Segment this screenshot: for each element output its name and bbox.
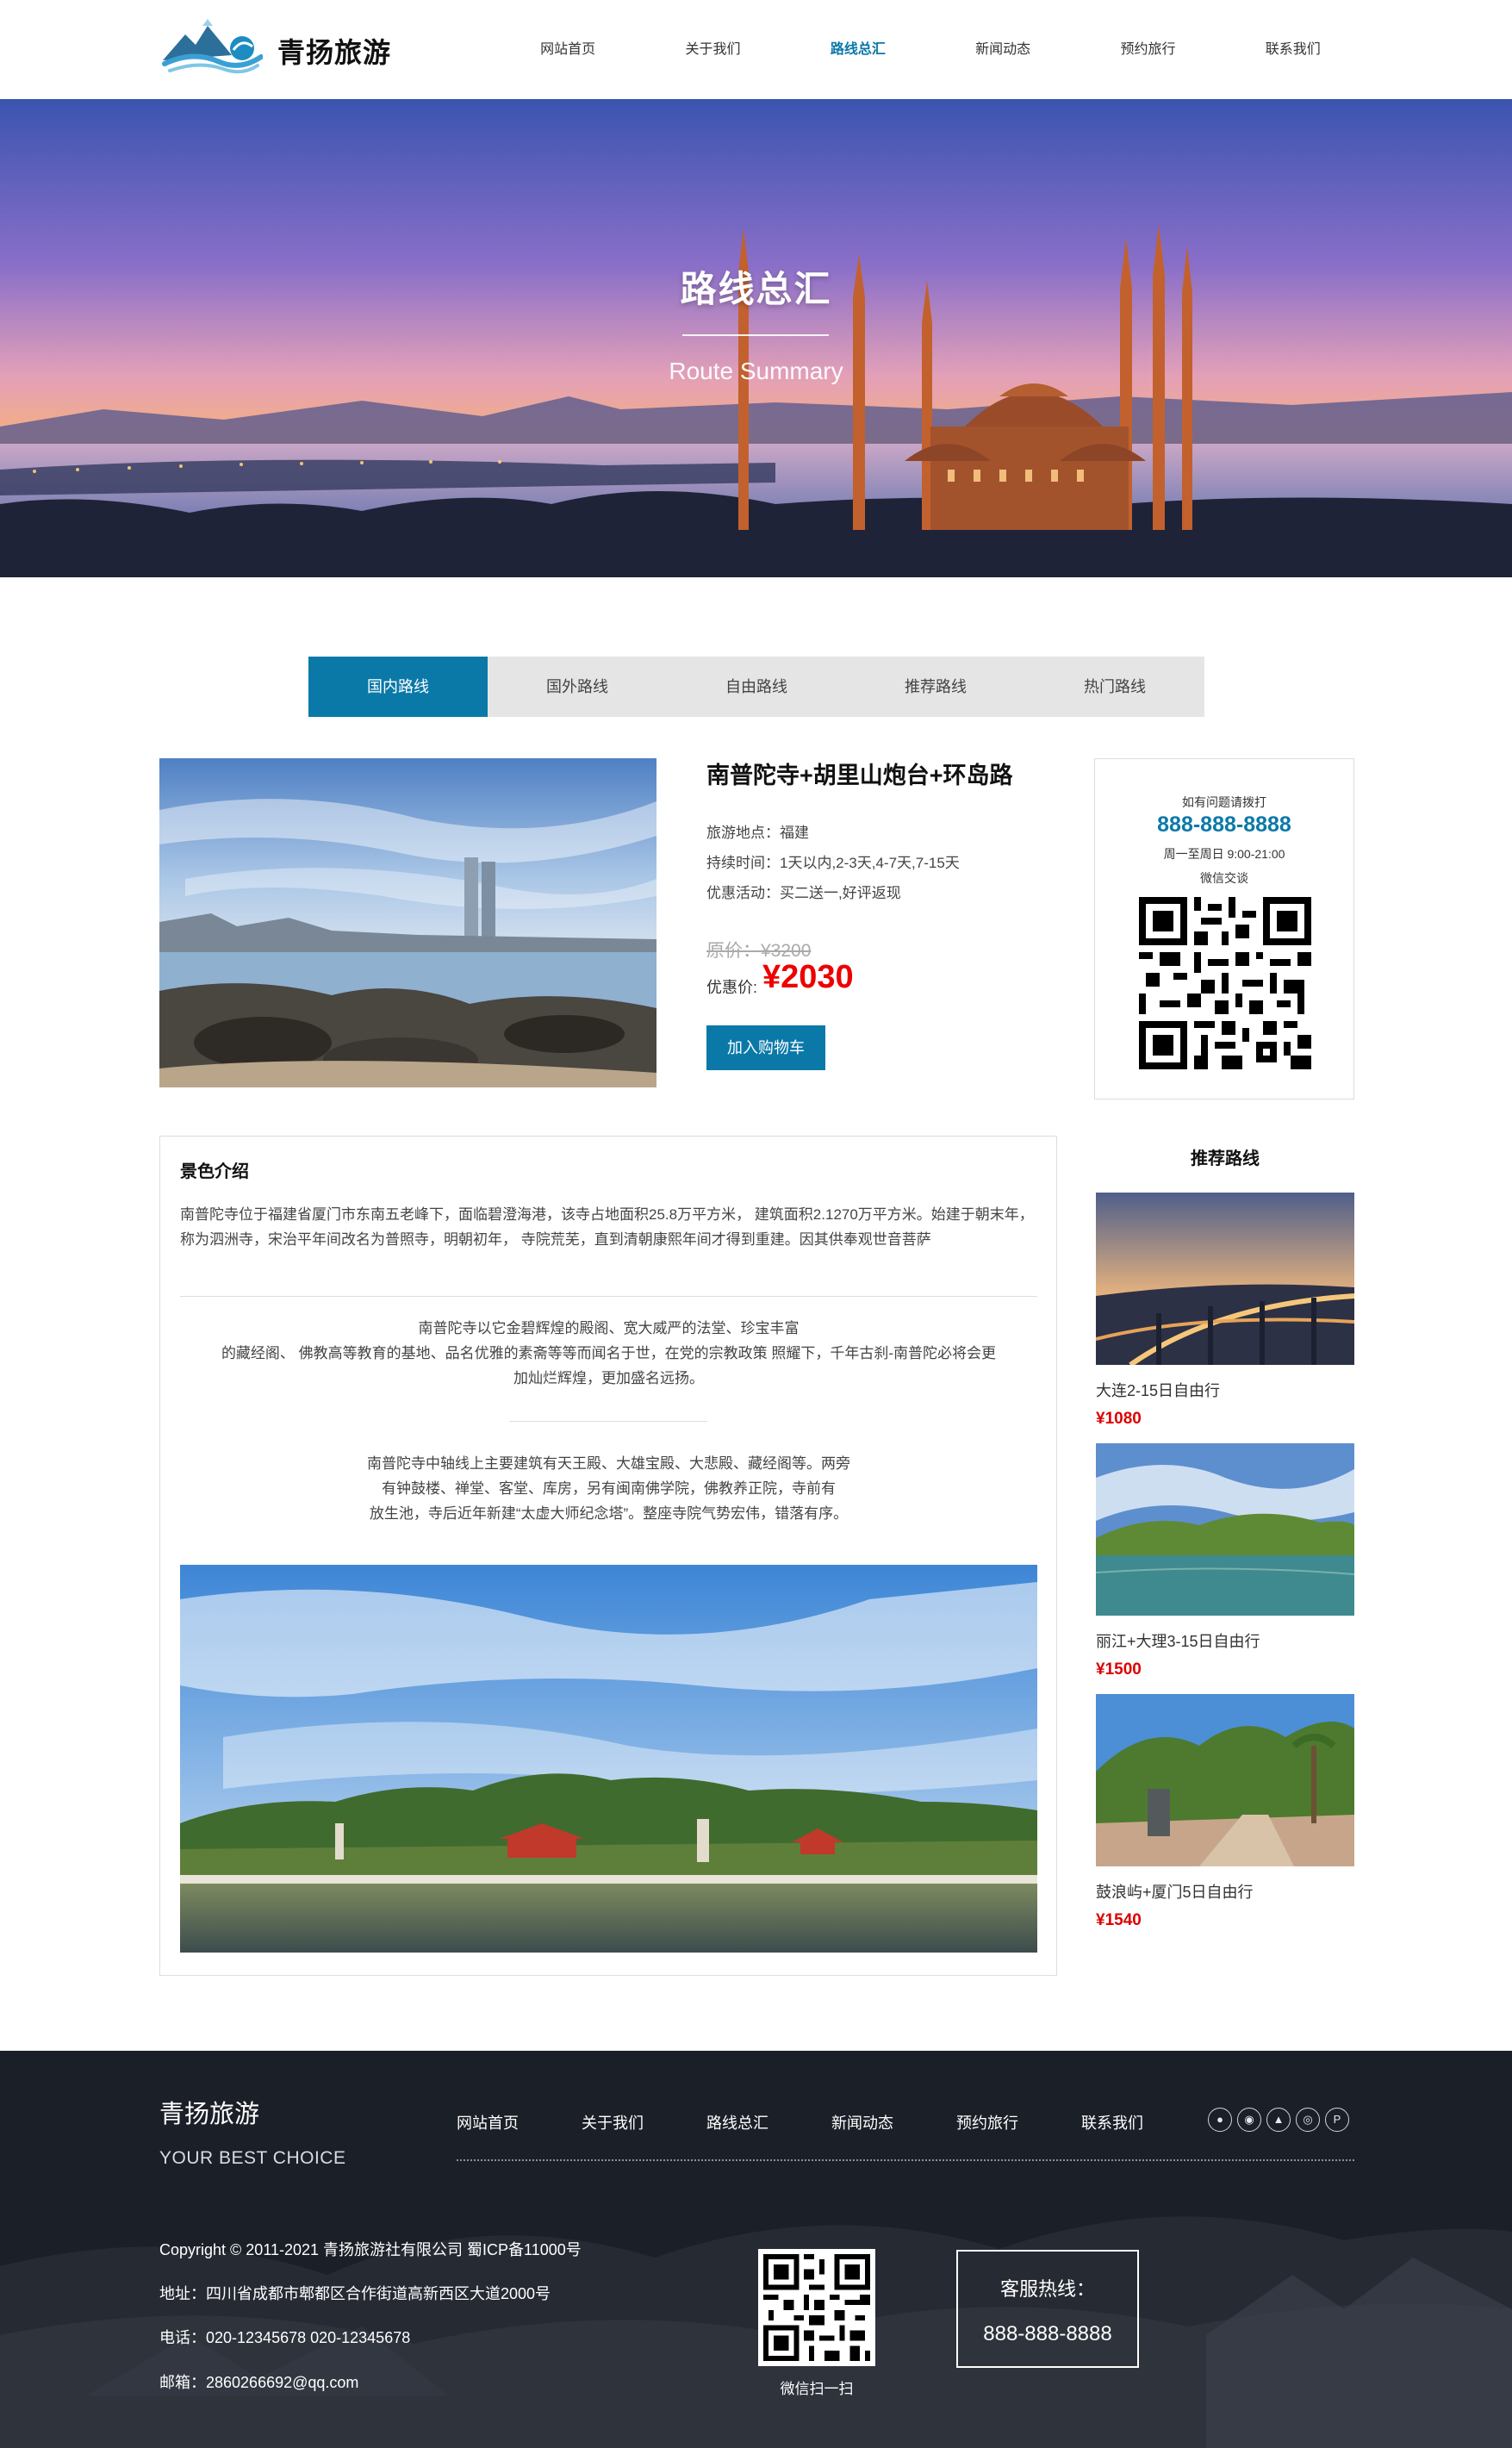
qq-icon[interactable]: ● [1208,2108,1232,2132]
text-line: 南普陀寺中轴线上主要建筑有天王殿、大雄宝殿、大悲殿、藏经阁等。两旁 [367,1455,850,1472]
wechat-icon[interactable]: ◉ [1237,2108,1261,2132]
text-line: 放生池，寺后近年新建“太虚大师纪念塔”。整座寺院气势宏伟，错落有序。 [369,1505,849,1522]
recommend-name[interactable]: 大连2-15日自由行 [1096,1379,1354,1401]
sale-price-label: 优惠价: [706,979,758,996]
footer-copyright: Copyright © 2011-2021 青扬旅游社有限公司 蜀ICP备110… [159,2241,582,2258]
contact-hours: 周一至周日 9:00-21:00 [1163,847,1285,861]
banner-divider [682,334,829,336]
recommend-price: ¥1080 [1096,1410,1142,1428]
product-image [159,758,656,1087]
footer-nav-news[interactable]: 新闻动态 [831,2111,956,2133]
hotline-label: 客服热线： [999,2278,1095,2300]
footer-nav-home[interactable]: 网站首页 [457,2111,582,2133]
recommend-name[interactable]: 丽江+大理3-15日自由行 [1096,1629,1354,1652]
recommend-price: ¥1540 [1096,1911,1142,1929]
scenery-paragraph-2: 南普陀寺以它金碧辉煌的殿阁、宽大威严的法堂、珍宝丰富 的藏经阁、 佛教高等教育的… [180,1316,1037,1391]
tab-overseas[interactable]: 国外路线 [488,657,667,717]
site-header: 青扬旅游 网站首页 关于我们 路线总汇 新闻动态 预约旅行 联系我们 [0,0,1512,99]
tab-recommended[interactable]: 推荐路线 [846,657,1025,717]
divider [509,1421,707,1422]
text-line: 加灿烂辉煌，更加盛名远扬。 [513,1370,704,1386]
nav-about[interactable]: 关于我们 [640,0,785,99]
hotline-number[interactable]: 888-888-8888 [958,2322,1137,2346]
hotline-box: 客服热线： 888-888-8888 [956,2250,1139,2368]
recommend-image[interactable] [1096,1443,1354,1616]
footer-brand: 青扬旅游 [159,2101,260,2128]
recommend-item: 大连2-15日自由行 ¥1080 [1096,1193,1354,1429]
product-location: 旅游地点：福建 [706,825,809,841]
wechat-qr-code [1139,897,1311,1069]
scenery-paragraph-1: 南普陀寺位于福建省厦门市东南五老峰下，面临碧澄海港，该寺占地面积25.8万平方米… [180,1206,1034,1248]
sale-price: ¥2030 [762,959,854,995]
recommend-item: 丽江+大理3-15日自由行 ¥1500 [1096,1443,1354,1679]
person-icon[interactable]: ▲ [1266,2108,1291,2132]
nav-booking[interactable]: 预约旅行 [1075,0,1220,99]
scenery-heading: 景色介绍 [180,1162,249,1181]
text-line: 南普陀寺以它金碧辉煌的殿阁、宽大威严的法堂、珍宝丰富 [418,1320,800,1336]
text-line: 有钟鼓楼、禅堂、客堂、库房，另有闽南佛学院，佛教养正院，寺前有 [382,1480,836,1497]
footer-email: 邮箱：2860266692@qq.com [159,2374,359,2391]
banner-image [0,99,1512,577]
divider [180,1296,1037,1297]
footer-qr-code [758,2249,875,2366]
social-icons: ● ◉ ▲ ◎ P [1208,2108,1349,2132]
main-nav: 网站首页 关于我们 路线总汇 新闻动态 预约旅行 联系我们 [495,0,1366,99]
nav-contact[interactable]: 联系我们 [1221,0,1366,99]
weibo-icon[interactable]: ◎ [1296,2108,1320,2132]
recommend-title: 推荐路线 [1191,1149,1260,1168]
banner-title: 路线总汇 [680,269,832,309]
recommend-image[interactable] [1096,1193,1354,1365]
footer-phone: 电话：020-12345678 020-12345678 [159,2329,411,2346]
recommend-name[interactable]: 鼓浪屿+厦门5日自由行 [1096,1880,1354,1903]
contact-wechat: 微信交谈 [1200,871,1248,885]
logo-icon[interactable] [159,16,263,78]
footer-nav: 网站首页 关于我们 路线总汇 新闻动态 预约旅行 联系我们 [457,2111,1206,2133]
tab-free[interactable]: 自由路线 [667,657,846,717]
brand-name[interactable]: 青扬旅游 [277,31,391,71]
nav-home[interactable]: 网站首页 [495,0,640,99]
footer-slogan: YOUR BEST CHOICE [159,2148,346,2168]
hero-banner: 路线总汇 Route Summary [0,99,1512,577]
nav-news[interactable]: 新闻动态 [930,0,1075,99]
recommend-item: 鼓浪屿+厦门5日自由行 ¥1540 [1096,1694,1354,1930]
route-tabs: 国内路线 国外路线 自由路线 推荐路线 热门路线 [308,657,1204,717]
scenery-paragraph-3: 南普陀寺中轴线上主要建筑有天王殿、大雄宝殿、大悲殿、藏经阁等。两旁 有钟鼓楼、禅… [180,1451,1037,1526]
footer-nav-booking[interactable]: 预约旅行 [956,2111,1081,2133]
footer-qr-caption: 微信扫一扫 [780,2381,854,2397]
site-footer: 青扬旅游 YOUR BEST CHOICE 网站首页 关于我们 路线总汇 新闻动… [0,2051,1512,2448]
product-promo: 优惠活动：买二送一,好评返现 [706,885,901,901]
contact-card: 如有问题请拨打 888-888-8888 周一至周日 9:00-21:00 微信… [1094,758,1354,1099]
product-title: 南普陀寺+胡里山炮台+环岛路 [706,763,1013,788]
contact-phone[interactable]: 888-888-8888 [1095,813,1353,838]
footer-divider [457,2159,1354,2161]
footer-nav-contact[interactable]: 联系我们 [1081,2111,1206,2133]
scenery-section: 景色介绍 南普陀寺位于福建省厦门市东南五老峰下，面临碧澄海港，该寺占地面积25.… [159,1136,1057,1976]
footer-nav-routes[interactable]: 路线总汇 [706,2111,831,2133]
product-duration: 持续时间：1天以内,2-3天,4-7天,7-15天 [706,855,960,871]
recommend-image[interactable] [1096,1694,1354,1866]
contact-ask: 如有问题请拨打 [1182,795,1266,809]
banner-subtitle: Route Summary [669,358,843,384]
nav-routes[interactable]: 路线总汇 [786,0,930,99]
p-icon[interactable]: P [1325,2108,1349,2132]
recommend-price: ¥1500 [1096,1660,1142,1679]
add-to-cart-button[interactable]: 加入购物车 [706,1025,825,1070]
text-line: 的藏经阁、 佛教高等教育的基地、品名优雅的素斋等等而闻名于世，在党的宗教政策 照… [221,1345,997,1361]
tab-hot[interactable]: 热门路线 [1025,657,1204,717]
footer-address: 地址：四川省成都市郫都区合作街道高新西区大道2000号 [159,2285,551,2302]
scenery-image [180,1565,1037,1953]
tab-domestic[interactable]: 国内路线 [308,657,488,717]
footer-nav-about[interactable]: 关于我们 [582,2111,706,2133]
